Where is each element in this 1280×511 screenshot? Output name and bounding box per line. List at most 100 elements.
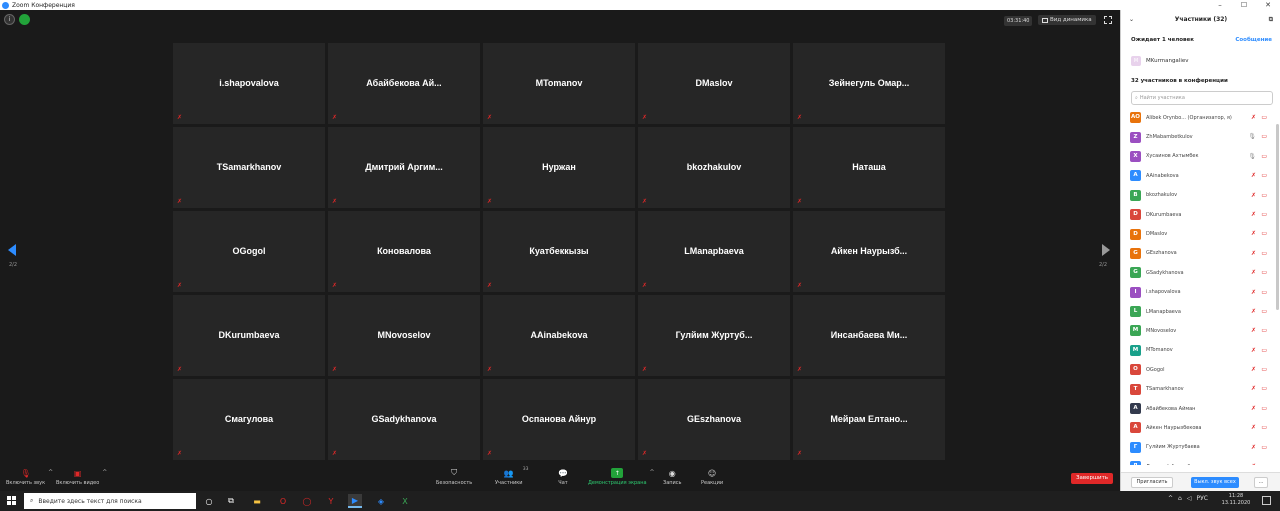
zoom-taskbar-icon[interactable]: ▶: [348, 494, 362, 508]
video-tile[interactable]: i.shapovalova ✗: [173, 43, 325, 124]
mic-muted-icon[interactable]: ✗: [1251, 172, 1256, 179]
audio-options-chevron-icon[interactable]: ^: [48, 469, 53, 476]
participant-row[interactable]: T TSamarkhanov ✗ ▭: [1121, 379, 1277, 398]
close-button[interactable]: ✕: [1256, 0, 1280, 10]
waiting-participant-row[interactable]: M MKurmangaliev: [1131, 56, 1189, 66]
participant-row[interactable]: Д Дмитрий Аргимбаев ✗ ▭: [1121, 457, 1277, 465]
chat-button[interactable]: 💬 Чат: [557, 468, 569, 487]
video-tile[interactable]: Гулйим Журтуб... ✗: [638, 295, 790, 376]
participant-row[interactable]: M MNovoselov ✗ ▭: [1121, 321, 1277, 340]
participant-row[interactable]: G GSadykhanova ✗ ▭: [1121, 263, 1277, 282]
volume-icon[interactable]: ◁: [1187, 495, 1192, 502]
mic-muted-icon[interactable]: ✗: [1251, 424, 1256, 431]
mic-muted-icon[interactable]: ✗: [1251, 366, 1256, 373]
end-meeting-button[interactable]: Завершить: [1071, 473, 1113, 484]
video-tile[interactable]: Смагулова ✗: [173, 379, 325, 460]
share-screen-button[interactable]: ↑ Демонстрация экрана ^: [588, 468, 655, 486]
record-button[interactable]: ◉ Запись: [663, 468, 681, 487]
video-tile[interactable]: Мейрам Елтано... ✗: [793, 379, 945, 460]
participant-row[interactable]: A Абайбекова Айман ✗ ▭: [1121, 399, 1277, 418]
video-tile[interactable]: DKurumbaeva ✗: [173, 295, 325, 376]
next-page-arrow-icon[interactable]: [1102, 244, 1110, 256]
participant-row[interactable]: Ii.shapovalova ✗ ▭: [1121, 283, 1277, 302]
popout-icon[interactable]: ⧉: [1269, 16, 1273, 24]
video-tile[interactable]: Зейнегуль Омар... ✗: [793, 43, 945, 124]
participant-row[interactable]: Г Гулйим Журтубаева ✗ ▭: [1121, 438, 1277, 457]
participant-row[interactable]: Bbkozhakulov ✗ ▭: [1121, 186, 1277, 205]
yandex-browser-icon[interactable]: Y: [324, 494, 338, 508]
excel-icon[interactable]: X: [398, 494, 412, 508]
opera-icon[interactable]: O: [276, 494, 290, 508]
more-options-button[interactable]: ...: [1254, 477, 1268, 488]
start-video-button[interactable]: ▣ Включить видео ^: [56, 468, 107, 487]
invite-button[interactable]: Пригласить: [1131, 477, 1173, 488]
video-tile[interactable]: AAinabekova ✗: [483, 295, 635, 376]
participant-row[interactable]: D DMaslov ✗ ▭: [1121, 224, 1277, 243]
notification-center-icon[interactable]: [1262, 496, 1271, 505]
video-tile[interactable]: GEszhanova ✗: [638, 379, 790, 460]
video-tile[interactable]: LManapbaeva ✗: [638, 211, 790, 292]
share-options-chevron-icon[interactable]: ^: [650, 469, 655, 476]
previous-page-arrow-icon[interactable]: [8, 244, 16, 256]
video-tile[interactable]: Инсанбаева Ми... ✗: [793, 295, 945, 376]
opera-gx-icon[interactable]: ◯: [300, 494, 314, 508]
participant-row[interactable]: D DKurumbaeva ✗ ▭: [1121, 205, 1277, 224]
minimize-button[interactable]: –: [1208, 0, 1232, 10]
mic-muted-icon[interactable]: ✗: [1251, 405, 1256, 412]
video-tile[interactable]: Айкен Наурызб... ✗: [793, 211, 945, 292]
mic-muted-icon[interactable]: ✗: [1251, 211, 1256, 218]
reactions-button[interactable]: ☺ Реакции: [701, 468, 723, 487]
mic-muted-icon[interactable]: ✗: [1251, 327, 1256, 334]
meeting-info-icon[interactable]: i: [4, 14, 15, 25]
taskbar-search-input[interactable]: ⌕ Введите здесь текст для поиска: [24, 493, 196, 509]
participant-row[interactable]: O OGogol ✗ ▭: [1121, 360, 1277, 379]
mic-muted-icon[interactable]: ✗: [1251, 250, 1256, 257]
tray-chevron-icon[interactable]: ^: [1168, 495, 1173, 502]
mic-on-icon[interactable]: 🎙: [1248, 133, 1256, 140]
video-tile[interactable]: TSamarkhanov ✗: [173, 127, 325, 208]
security-button[interactable]: ⛉ Безопасность: [436, 468, 472, 486]
mic-muted-icon[interactable]: ✗: [1251, 269, 1256, 276]
video-tile[interactable]: Абайбекова Ай... ✗: [328, 43, 480, 124]
video-tile[interactable]: Дмитрий Аргим... ✗: [328, 127, 480, 208]
network-icon[interactable]: ⌂: [1178, 495, 1182, 502]
maximize-button[interactable]: ☐: [1232, 0, 1256, 10]
mic-muted-icon[interactable]: ✗: [1251, 308, 1256, 315]
video-tile[interactable]: GSadykhanova ✗: [328, 379, 480, 460]
file-explorer-icon[interactable]: ▬: [250, 494, 264, 508]
mic-muted-icon[interactable]: ✗: [1251, 444, 1256, 451]
waiting-room-message-link[interactable]: Сообщение: [1235, 37, 1272, 43]
mic-muted-icon[interactable]: ✗: [1251, 289, 1256, 296]
language-indicator[interactable]: РУС: [1196, 495, 1207, 502]
view-switch-button[interactable]: Вид динамика: [1038, 15, 1096, 25]
mic-muted-icon[interactable]: ✗: [1251, 463, 1256, 465]
unmute-button[interactable]: 🎙 Включить звук ^: [6, 468, 53, 487]
encryption-shield-icon[interactable]: [19, 14, 30, 25]
video-tile[interactable]: Куатбеккызы ✗: [483, 211, 635, 292]
fullscreen-icon[interactable]: [1104, 16, 1112, 24]
mic-muted-icon[interactable]: ✗: [1251, 385, 1256, 392]
participant-row[interactable]: M MTomanov ✗ ▭: [1121, 341, 1277, 360]
participant-search-input[interactable]: ⌕ Найти участника: [1131, 91, 1273, 105]
mic-muted-icon[interactable]: ✗: [1251, 192, 1256, 199]
video-options-chevron-icon[interactable]: ^: [102, 469, 107, 476]
video-tile[interactable]: MNovoselov ✗: [328, 295, 480, 376]
participant-row[interactable]: L LManapbaeva ✗ ▭: [1121, 302, 1277, 321]
cortana-icon[interactable]: ○: [202, 494, 216, 508]
mic-muted-icon[interactable]: ✗: [1251, 347, 1256, 354]
participant-row[interactable]: A AAinabekova ✗ ▭: [1121, 166, 1277, 185]
participant-row[interactable]: Х Хусаинов Ахтымбек 🎙 ▭: [1121, 147, 1277, 166]
participant-list-scrollbar[interactable]: [1276, 124, 1279, 310]
mute-all-button[interactable]: Выкл. звук всех: [1191, 477, 1239, 488]
video-tile[interactable]: DMaslov ✗: [638, 43, 790, 124]
video-tile[interactable]: Оспанова Айнур ✗: [483, 379, 635, 460]
mic-muted-icon[interactable]: ✗: [1251, 230, 1256, 237]
mic-muted-icon[interactable]: ✗: [1251, 114, 1256, 121]
video-tile[interactable]: bkozhakulov ✗: [638, 127, 790, 208]
windows-start-icon[interactable]: [7, 496, 16, 505]
participant-row[interactable]: Z ZhMabambetkulov 🎙 ▭: [1121, 127, 1277, 146]
participants-button[interactable]: 👥 Участники 33: [495, 467, 529, 486]
participant-row[interactable]: A Айкен Наурызбекова ✗ ▭: [1121, 418, 1277, 437]
participant-row[interactable]: AO Alibek Orynbo... (Организатор, я) ✗ ▭: [1121, 108, 1277, 127]
taskbar-clock[interactable]: 11:28 13.11.2020: [1220, 493, 1252, 507]
